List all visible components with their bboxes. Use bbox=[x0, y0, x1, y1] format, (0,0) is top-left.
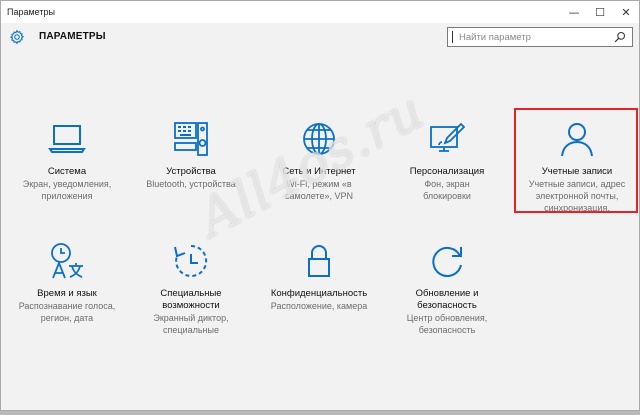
tile-desc: самолете», VPN bbox=[285, 191, 353, 201]
laptop-icon bbox=[48, 125, 86, 153]
tile-desc: Экран, уведомления, bbox=[22, 179, 112, 189]
minimize-button[interactable]: — bbox=[561, 1, 587, 23]
tile-desc: блокировки bbox=[423, 191, 471, 201]
tile-name: Специальные bbox=[160, 288, 222, 299]
tile-system[interactable]: Система Экран, уведомления, приложения bbox=[7, 119, 127, 202]
tile-desc: Распознавание голоса, bbox=[18, 301, 116, 311]
tile-desc: приложения bbox=[41, 191, 93, 201]
page-title: ПАРАМЕТРЫ bbox=[39, 31, 106, 42]
gear-icon bbox=[9, 29, 25, 45]
window-controls: — ☐ ✕ bbox=[561, 1, 639, 23]
tile-desc: специальные bbox=[163, 325, 219, 335]
search-box[interactable] bbox=[447, 27, 633, 47]
accessibility-icon bbox=[174, 244, 208, 277]
maximize-button[interactable]: ☐ bbox=[587, 1, 613, 23]
time-language-icon bbox=[51, 243, 83, 279]
tile-name: Время и язык bbox=[37, 288, 97, 299]
tile-desc: Wi-Fi, режим «в bbox=[286, 179, 352, 189]
tile-name: возможности bbox=[162, 300, 220, 311]
paint-icon bbox=[430, 122, 466, 152]
lock-icon bbox=[308, 245, 330, 277]
tile-desc: регион, дата bbox=[40, 313, 94, 323]
tile-desc: безопасность bbox=[418, 325, 476, 335]
selection-highlight bbox=[514, 108, 638, 213]
tile-desc: Bluetooth, устройства bbox=[146, 179, 236, 189]
tile-name: Обновление и bbox=[415, 288, 479, 299]
search-input[interactable] bbox=[452, 31, 619, 43]
update-icon bbox=[432, 246, 462, 277]
tile-update-security[interactable]: Обновление и безопасность Центр обновлен… bbox=[387, 241, 507, 336]
tile-name: Конфиденциальность bbox=[270, 288, 368, 299]
close-button[interactable]: ✕ bbox=[613, 1, 639, 23]
window-title: Параметры bbox=[7, 7, 55, 17]
tile-network[interactable]: Сеть и Интернет Wi-Fi, режим «в самолете… bbox=[259, 119, 379, 202]
tile-name: Сеть и Интернет bbox=[282, 166, 356, 177]
tile-name: Персонализация bbox=[409, 166, 485, 177]
tile-desc: Экранный диктор, bbox=[153, 313, 229, 323]
app-header: ПАРАМЕТРЫ bbox=[1, 25, 639, 51]
tile-privacy[interactable]: Конфиденциальность Расположение, камера bbox=[259, 241, 379, 312]
tile-name: Система bbox=[47, 166, 87, 177]
tile-personalization[interactable]: Персонализация Фон, экран блокировки bbox=[387, 119, 507, 202]
globe-icon bbox=[303, 123, 335, 155]
tile-name: безопасность bbox=[417, 300, 477, 311]
tile-desc: Фон, экран bbox=[424, 179, 470, 189]
tile-desc: Расположение, камера bbox=[270, 301, 368, 311]
settings-window: Параметры — ☐ ✕ ПАРАМЕТРЫ Найти параметр… bbox=[0, 0, 640, 411]
tile-accessibility[interactable]: Специальные возможности Экранный диктор,… bbox=[131, 241, 251, 336]
title-bar[interactable]: Параметры — ☐ ✕ bbox=[1, 1, 639, 23]
tile-name: Устройства bbox=[166, 166, 216, 177]
tile-devices[interactable]: Устройства Bluetooth, устройства bbox=[131, 119, 251, 190]
tile-time-language[interactable]: Время и язык Распознавание голоса, регио… bbox=[7, 241, 127, 324]
tile-desc: Центр обновления, bbox=[406, 313, 488, 323]
search-icon[interactable] bbox=[614, 31, 626, 43]
devices-icon bbox=[174, 122, 208, 156]
